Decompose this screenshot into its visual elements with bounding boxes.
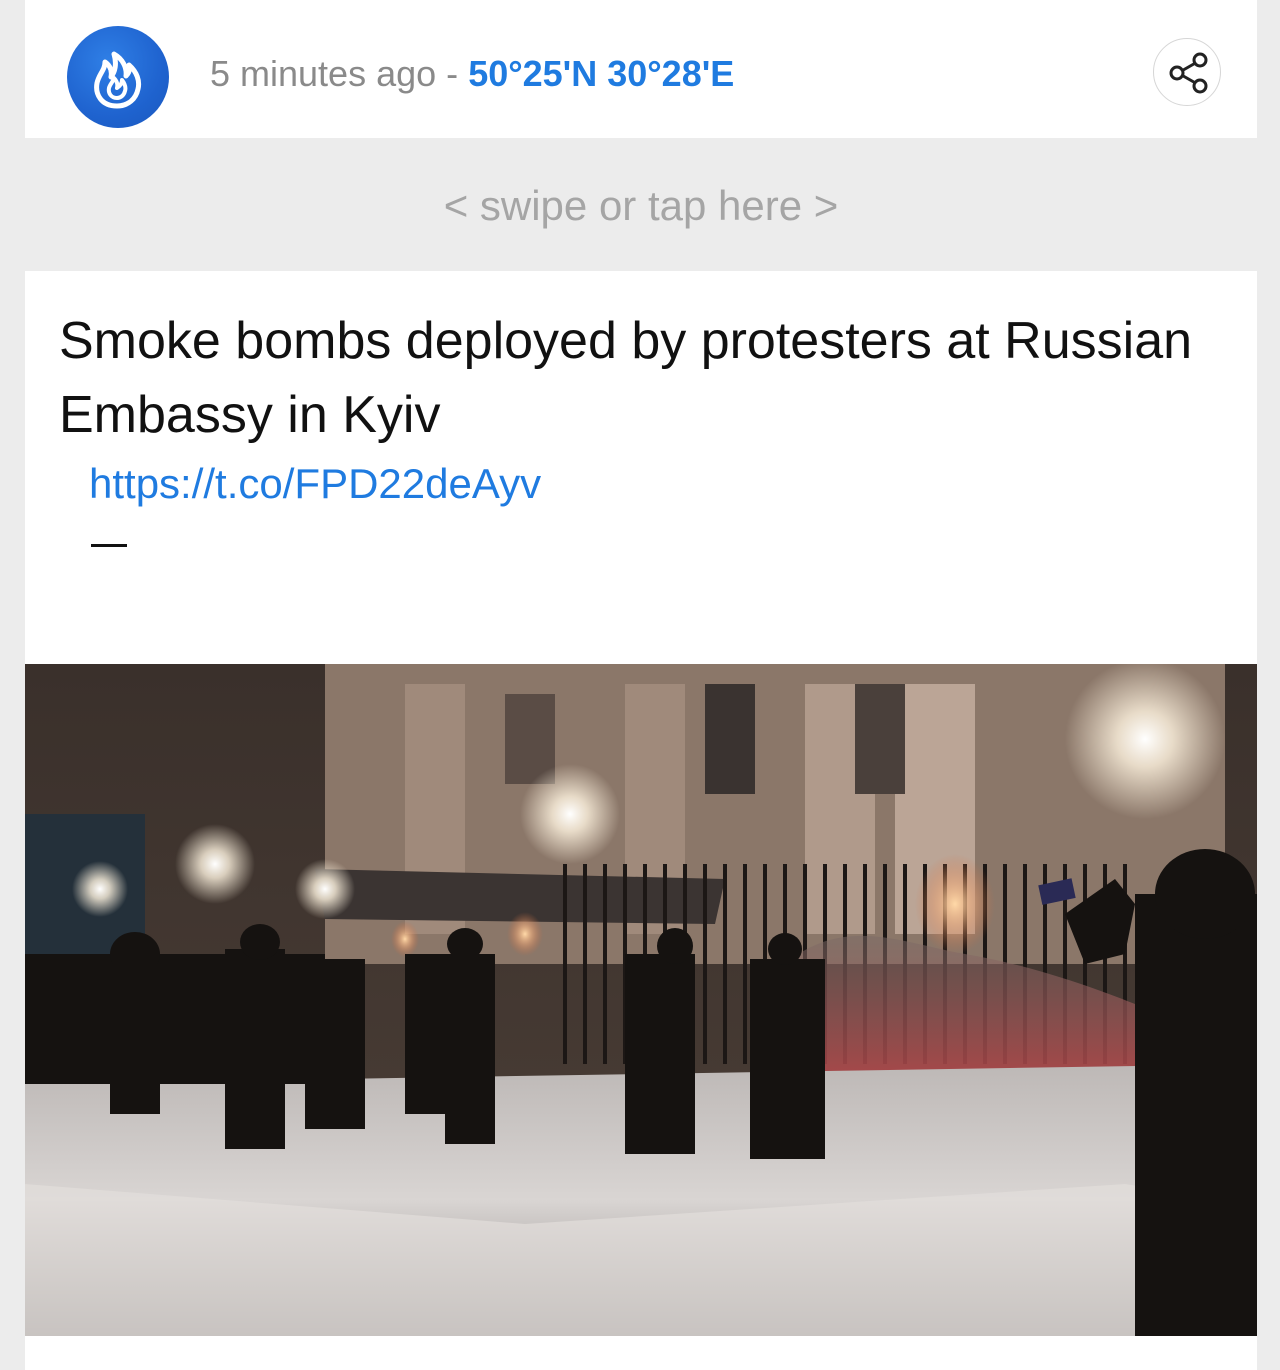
flame-logo-icon[interactable] [67, 26, 169, 128]
swipe-bar[interactable]: < swipe or tap here > [25, 138, 1257, 271]
card-header: 5 minutes ago - 50°25'N 30°28'E [25, 0, 1257, 138]
post-meta: 5 minutes ago - 50°25'N 30°28'E [210, 52, 734, 96]
share-button[interactable] [1153, 38, 1221, 106]
post-dash [91, 544, 127, 547]
post-coordinates[interactable]: 50°25'N 30°28'E [468, 53, 734, 94]
news-card: 5 minutes ago - 50°25'N 30°28'E < swipe … [25, 0, 1257, 1370]
photo-illustration [25, 664, 1257, 1336]
share-icon [1169, 52, 1208, 94]
embassy-protest-photo[interactable] [25, 664, 1257, 1336]
post-time: 5 minutes ago [210, 53, 437, 94]
swipe-hint: < swipe or tap here > [443, 182, 839, 229]
post-link[interactable]: https://t.co/FPD22deAyv [89, 459, 541, 509]
post-headline: Smoke bombs deployed by protesters at Ru… [59, 312, 1193, 444]
meta-separator: - [446, 53, 459, 94]
